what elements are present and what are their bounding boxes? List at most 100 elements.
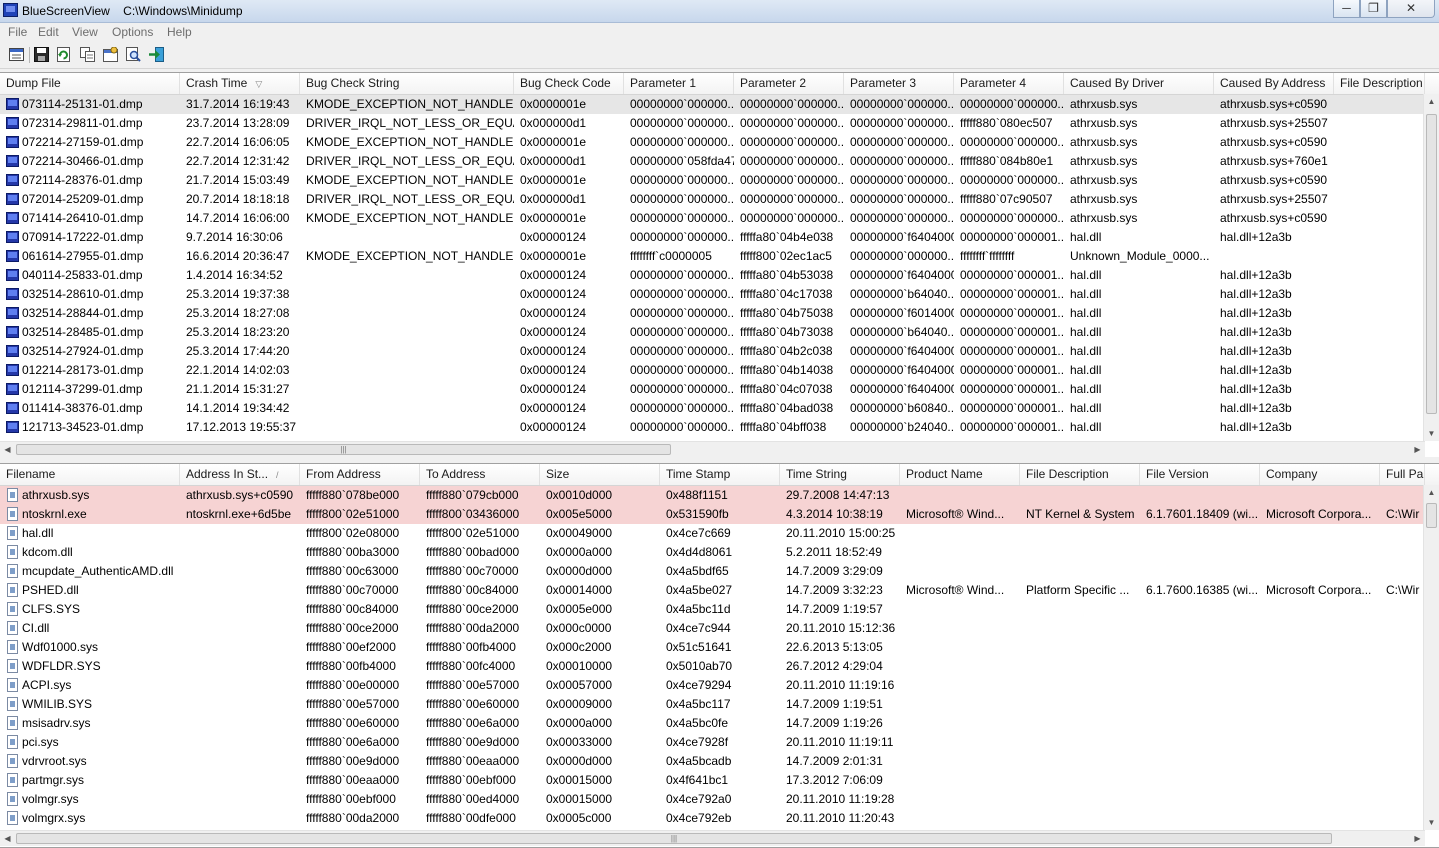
- crash-list-row[interactable]: 032514-28844-01.dmp 25.3.2014 18:27:08 0x0…: [0, 304, 1425, 323]
- crash-list[interactable]: Dump File Crash Time ▽ Bug Check String Bug …: [0, 72, 1439, 459]
- scroll-down-arrow-icon[interactable]: ▼: [1424, 426, 1439, 441]
- driver-list-column-header[interactable]: Full Pa: [1380, 464, 1425, 485]
- driver-list-vscroll-thumb[interactable]: [1426, 503, 1437, 528]
- crash-list-row[interactable]: 072114-28376-01.dmp 21.7.2014 15:03:49 KMO…: [0, 171, 1425, 190]
- menu-file[interactable]: File: [8, 25, 27, 39]
- driver-list[interactable]: Filename Address In St... / From Address To …: [0, 463, 1439, 848]
- crash-list-row[interactable]: 072314-29811-01.dmp 23.7.2014 13:28:09 DRI…: [0, 114, 1425, 133]
- crash-list-column-header[interactable]: File Description: [1334, 73, 1425, 94]
- driver-list-column-header[interactable]: File Version: [1140, 464, 1260, 485]
- crash-list-row[interactable]: 032514-28485-01.dmp 25.3.2014 18:23:20 0x0…: [0, 323, 1425, 342]
- maximize-button[interactable]: ❐: [1360, 0, 1387, 18]
- driver-list-cell: Microsoft Corpora...: [1266, 583, 1372, 597]
- crash-list-column-header[interactable]: Parameter 4: [954, 73, 1064, 94]
- driver-list-row[interactable]: WMILIB.SYS fffff880`00e57000 fffff880`00e6…: [0, 695, 1425, 714]
- scroll-right-arrow-icon[interactable]: ▶: [1410, 442, 1425, 457]
- crash-list-vscroll-thumb[interactable]: [1426, 114, 1437, 414]
- driver-list-column-header[interactable]: From Address: [300, 464, 420, 485]
- crash-list-row[interactable]: 072014-25209-01.dmp 20.7.2014 18:18:18 DRI…: [0, 190, 1425, 209]
- crash-list-column-header[interactable]: Dump File: [0, 73, 180, 94]
- find-button[interactable]: [125, 46, 142, 63]
- close-button[interactable]: ✕: [1387, 0, 1435, 18]
- crash-list-row[interactable]: 012114-37299-01.dmp 21.1.2014 15:31:27 0x0…: [0, 380, 1425, 399]
- pane-splitter[interactable]: [0, 457, 1439, 462]
- scroll-up-arrow-icon[interactable]: ▲: [1424, 94, 1439, 109]
- crash-list-column-header[interactable]: Crash Time ▽: [180, 73, 300, 94]
- driver-list-column-header[interactable]: Size: [540, 464, 660, 485]
- refresh-button[interactable]: [55, 46, 72, 63]
- crash-list-row[interactable]: 061614-27955-01.dmp 16.6.2014 20:36:47 KMO…: [0, 247, 1425, 266]
- driver-list-vscrollbar[interactable]: ▲ ▼: [1423, 485, 1439, 830]
- driver-list-column-header[interactable]: Company: [1260, 464, 1380, 485]
- crash-list-hscrollbar[interactable]: ◀ ||| ▶: [0, 441, 1425, 457]
- crash-list-row[interactable]: 072214-27159-01.dmp 22.7.2014 16:06:05 KMO…: [0, 133, 1425, 152]
- driver-list-cell: 0x0000a000: [546, 716, 613, 730]
- crash-list-column-header[interactable]: Caused By Address: [1214, 73, 1334, 94]
- crash-list-column-header[interactable]: Bug Check String: [300, 73, 514, 94]
- crash-list-row[interactable]: 032514-28610-01.dmp 25.3.2014 19:37:38 0x0…: [0, 285, 1425, 304]
- crash-list-cell: 0x00000124: [520, 325, 587, 339]
- driver-list-row[interactable]: volmgrx.sys fffff880`00da2000 fffff880`00d…: [0, 809, 1425, 828]
- driver-list-row[interactable]: WDFLDR.SYS fffff880`00fb4000 fffff880`00fc…: [0, 657, 1425, 676]
- menu-help[interactable]: Help: [167, 25, 192, 39]
- html-report-button[interactable]: [102, 46, 119, 63]
- crash-list-row[interactable]: 070914-17222-01.dmp 9.7.2014 16:30:06 0x00…: [0, 228, 1425, 247]
- scroll-left-arrow-icon[interactable]: ◀: [0, 831, 15, 846]
- driver-list-row[interactable]: PSHED.dll fffff880`00c70000 fffff880`00c84…: [0, 581, 1425, 600]
- sort-arrow-icon[interactable]: ▽: [255, 79, 262, 89]
- scroll-left-arrow-icon[interactable]: ◀: [0, 442, 15, 457]
- exit-button[interactable]: [148, 46, 165, 63]
- driver-list-row[interactable]: CLFS.SYS fffff880`00c84000 fffff880`00ce20…: [0, 600, 1425, 619]
- minimize-button[interactable]: ─: [1333, 0, 1360, 18]
- driver-list-row[interactable]: Wdf01000.sys fffff880`00ef2000 fffff880`00…: [0, 638, 1425, 657]
- driver-list-column-header[interactable]: Filename: [0, 464, 180, 485]
- crash-list-column-header[interactable]: Parameter 1: [624, 73, 734, 94]
- sort-arrow-icon[interactable]: /: [276, 470, 279, 480]
- driver-list-hscroll-thumb[interactable]: |||: [16, 833, 1332, 844]
- driver-list-row[interactable]: ACPI.sys fffff880`00e00000 fffff880`00e570…: [0, 676, 1425, 695]
- driver-list-row[interactable]: partmgr.sys fffff880`00eaa000 fffff880`00e…: [0, 771, 1425, 790]
- driver-list-column-header[interactable]: Product Name: [900, 464, 1020, 485]
- crash-list-column-header[interactable]: Bug Check Code: [514, 73, 624, 94]
- menu-edit[interactable]: Edit: [38, 25, 59, 39]
- copy-button[interactable]: [79, 46, 96, 63]
- crash-list-row[interactable]: 072214-30466-01.dmp 22.7.2014 12:31:42 DRI…: [0, 152, 1425, 171]
- driver-list-row[interactable]: CI.dll fffff880`00ce2000 fffff880`00da2000…: [0, 619, 1425, 638]
- driver-list-row[interactable]: msisadrv.sys fffff880`00e60000 fffff880`00…: [0, 714, 1425, 733]
- properties-button[interactable]: [8, 46, 25, 63]
- driver-list-row[interactable]: ntoskrnl.exe ntoskrnl.exe+6d5be fffff800`0…: [0, 505, 1425, 524]
- crash-list-row[interactable]: 073114-25131-01.dmp 31.7.2014 16:19:43 KMO…: [0, 95, 1425, 114]
- crash-list-column-header[interactable]: Parameter 2: [734, 73, 844, 94]
- driver-list-column-header[interactable]: Address In St... /: [180, 464, 300, 485]
- scroll-down-arrow-icon[interactable]: ▼: [1424, 815, 1439, 830]
- driver-list-row[interactable]: volmgr.sys fffff880`00ebf000 fffff880`00ed…: [0, 790, 1425, 809]
- driver-list-hscrollbar[interactable]: ◀ ||| ▶: [0, 830, 1425, 846]
- save-button[interactable]: [33, 46, 50, 63]
- driver-list-row[interactable]: kdcom.dll fffff880`00ba3000 fffff880`00bad…: [0, 543, 1425, 562]
- crash-list-column-header[interactable]: Caused By Driver: [1064, 73, 1214, 94]
- driver-list-row[interactable]: hal.dll fffff800`02e08000 fffff800`02e5100…: [0, 524, 1425, 543]
- crash-list-column-header[interactable]: Parameter 3: [844, 73, 954, 94]
- crash-list-row[interactable]: 011414-38376-01.dmp 14.1.2014 19:34:42 0x0…: [0, 399, 1425, 418]
- driver-list-row[interactable]: mcupdate_AuthenticAMD.dll fffff880`00c630…: [0, 562, 1425, 581]
- crash-list-row[interactable]: 032514-27924-01.dmp 25.3.2014 17:44:20 0x0…: [0, 342, 1425, 361]
- driver-list-column-header[interactable]: To Address: [420, 464, 540, 485]
- crash-list-row[interactable]: 121713-34523-01.dmp 17.12.2013 19:55:37 0x…: [0, 418, 1425, 437]
- driver-list-column-header[interactable]: Time Stamp: [660, 464, 780, 485]
- crash-list-vscrollbar[interactable]: ▲ ▼: [1423, 94, 1439, 441]
- driver-list-row[interactable]: vdrvroot.sys fffff880`00e9d000 fffff880`00…: [0, 752, 1425, 771]
- crash-list-cell: hal.dll: [1070, 363, 1102, 377]
- crash-list-hscroll-thumb[interactable]: |||: [16, 444, 671, 455]
- scroll-up-arrow-icon[interactable]: ▲: [1424, 485, 1439, 500]
- crash-list-row[interactable]: 071414-26410-01.dmp 14.7.2014 16:06:00 KMO…: [0, 209, 1425, 228]
- driver-list-column-header[interactable]: Time String: [780, 464, 900, 485]
- driver-list-cell: [1380, 619, 1425, 638]
- driver-list-row[interactable]: pci.sys fffff880`00e6a000 fffff880`00e9d00…: [0, 733, 1425, 752]
- driver-list-column-header[interactable]: File Description: [1020, 464, 1140, 485]
- driver-list-row[interactable]: athrxusb.sys athrxusb.sys+c0590 fffff880`0…: [0, 486, 1425, 505]
- menu-view[interactable]: View: [72, 25, 98, 39]
- scroll-right-arrow-icon[interactable]: ▶: [1410, 831, 1425, 846]
- crash-list-row[interactable]: 012214-28173-01.dmp 22.1.2014 14:02:03 0x0…: [0, 361, 1425, 380]
- menu-options[interactable]: Options: [112, 25, 153, 39]
- crash-list-row[interactable]: 040114-25833-01.dmp 1.4.2014 16:34:52 0x00…: [0, 266, 1425, 285]
